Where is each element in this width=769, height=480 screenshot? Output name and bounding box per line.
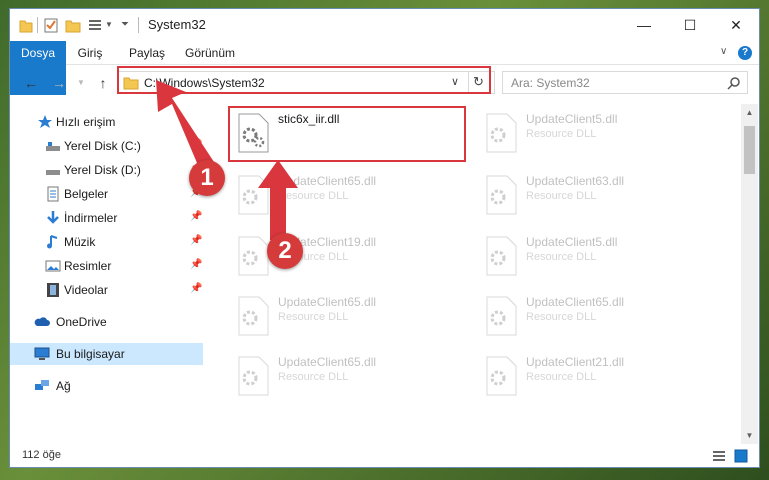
status-bar: 112 öğe — [10, 445, 759, 467]
folder-icon — [19, 20, 33, 33]
large-icons-view-icon[interactable] — [734, 449, 748, 463]
sidebar-item-network[interactable]: Ağ — [10, 375, 203, 397]
downloads-icon — [47, 211, 59, 224]
dll-file-icon — [238, 236, 269, 276]
file-item[interactable]: UpdateClient65.dll Resource DLL — [232, 292, 472, 346]
pictures-icon — [45, 260, 61, 272]
file-list: stic6x_iir.dll UpdateClient5.dll Resourc… — [210, 104, 740, 444]
dll-file-icon — [486, 113, 517, 153]
properties-icon[interactable] — [43, 17, 59, 33]
file-item[interactable]: UpdateClient65.dll Resource DLL — [232, 171, 472, 225]
sidebar-item-quick-access[interactable]: Hızlı erişim — [10, 111, 203, 133]
quick-access-dropdown-icon[interactable]: ⏷ — [121, 19, 129, 35]
pin-icon: 📌 — [190, 235, 203, 246]
dll-file-icon — [238, 356, 269, 396]
dll-file-icon — [486, 175, 517, 215]
onedrive-icon — [34, 317, 50, 326]
pin-icon: 📌 — [190, 139, 203, 150]
maximize-button[interactable]: ☐ — [667, 9, 713, 41]
close-button[interactable]: ✕ — [713, 9, 759, 41]
dll-file-icon — [486, 356, 517, 396]
pin-icon: 📌 — [190, 211, 203, 222]
address-row: ← → ▼ ↑ C:\Windows\System32 ∨ ↻ Ara: Sys… — [10, 66, 759, 100]
minimize-button[interactable]: — — [621, 9, 667, 41]
sidebar-item-documents[interactable]: Belgeler 📌 — [10, 183, 203, 205]
customize-icon[interactable] — [87, 17, 103, 33]
step-2-badge: 2 — [267, 233, 303, 269]
scroll-down-icon[interactable]: ▼ — [741, 427, 758, 444]
item-count: 112 öğe — [22, 449, 61, 461]
help-icon[interactable]: ? — [738, 46, 752, 60]
up-button[interactable]: ↑ — [94, 74, 112, 92]
dll-file-icon — [486, 236, 517, 276]
sidebar-item-music[interactable]: Müzik 📌 — [10, 231, 203, 253]
dll-file-icon — [238, 113, 269, 153]
file-item-stic6x-iir[interactable]: stic6x_iir.dll — [232, 109, 472, 163]
details-view-icon[interactable] — [712, 449, 726, 463]
computer-icon — [34, 347, 50, 360]
explorer-window: ▼ ⏷ System32 — ☐ ✕ Dosya Giriş Paylaş Gö… — [9, 8, 760, 468]
back-button[interactable]: ← — [22, 74, 40, 92]
ribbon: Dosya Giriş Paylaş Görünüm ∨ ? — [10, 41, 759, 95]
search-icon[interactable] — [727, 76, 741, 90]
dll-file-icon — [238, 296, 269, 336]
music-icon — [47, 235, 58, 249]
sidebar-item-local-disk-c[interactable]: Yerel Disk (C:) 📌 — [10, 135, 203, 157]
sidebar-item-downloads[interactable]: İndirmeler 📌 — [10, 207, 203, 229]
recent-locations-icon[interactable]: ▼ — [72, 74, 90, 92]
step-1-badge: 1 — [189, 160, 225, 196]
dll-file-icon — [238, 175, 269, 215]
file-item[interactable]: UpdateClient65.dll Resource DLL — [232, 352, 472, 406]
star-icon — [38, 115, 52, 128]
search-input[interactable]: Ara: System32 — [502, 71, 748, 94]
tab-gorunum[interactable]: Görünüm — [182, 41, 238, 65]
new-folder-icon[interactable] — [65, 17, 81, 33]
expand-ribbon-icon[interactable]: ∨ — [720, 46, 727, 57]
vertical-scrollbar[interactable]: ▲ ▼ — [741, 104, 758, 444]
folder-icon — [123, 77, 139, 90]
pin-icon: 📌 — [190, 259, 203, 270]
title-bar: ▼ ⏷ System32 — ☐ ✕ — [10, 9, 759, 41]
scroll-up-icon[interactable]: ▲ — [741, 104, 758, 121]
network-icon — [35, 380, 49, 390]
sidebar-item-this-pc[interactable]: Bu bilgisayar — [10, 343, 203, 365]
tab-paylas[interactable]: Paylaş — [122, 41, 172, 65]
sidebar-item-videos[interactable]: Videolar 📌 — [10, 279, 203, 301]
tab-giris[interactable]: Giriş — [68, 41, 112, 65]
file-item[interactable]: UpdateClient5.dll Resource DLL — [480, 232, 720, 286]
forward-button[interactable]: → — [50, 74, 68, 92]
pin-icon: 📌 — [190, 283, 203, 294]
chevron-down-icon[interactable]: ▼ — [105, 20, 113, 36]
drive-icon — [46, 170, 60, 175]
file-item[interactable]: UpdateClient21.dll Resource DLL — [480, 352, 720, 406]
documents-icon — [47, 186, 59, 202]
drive-icon — [46, 142, 60, 151]
sidebar-item-pictures[interactable]: Resimler 📌 — [10, 255, 203, 277]
address-dropdown-icon[interactable]: ∨ — [451, 75, 459, 88]
window-title: System32 — [148, 17, 206, 32]
address-bar[interactable]: C:\Windows\System32 ∨ ↻ — [117, 71, 495, 94]
file-item[interactable]: UpdateClient5.dll Resource DLL — [480, 109, 720, 163]
search-placeholder: Ara: System32 — [511, 76, 590, 90]
videos-icon — [47, 283, 59, 297]
sidebar-item-onedrive[interactable]: OneDrive — [10, 311, 203, 333]
file-item[interactable]: UpdateClient65.dll Resource DLL — [480, 292, 720, 346]
scroll-thumb[interactable] — [744, 126, 755, 174]
refresh-icon[interactable]: ↻ — [473, 74, 484, 90]
dll-file-icon — [486, 296, 517, 336]
navigation-pane: Hızlı erişim Yerel Disk (C:) 📌 Yerel Dis… — [10, 104, 206, 444]
file-item[interactable]: UpdateClient63.dll Resource DLL — [480, 171, 720, 225]
sidebar-item-local-disk-d[interactable]: Yerel Disk (D:) 📌 — [10, 159, 203, 181]
address-path: C:\Windows\System32 — [144, 76, 265, 90]
